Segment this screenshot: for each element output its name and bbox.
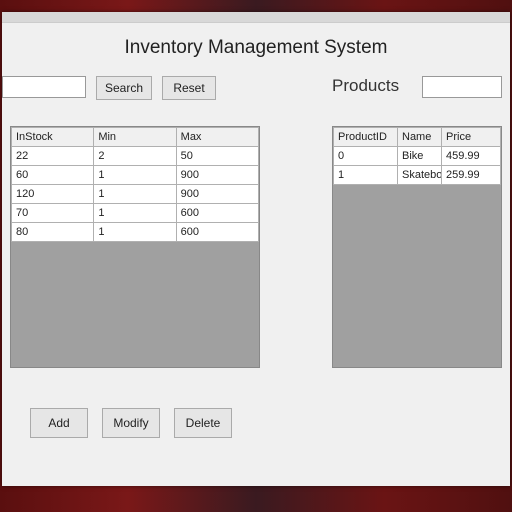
parts-search-input[interactable] <box>2 76 86 98</box>
title-bar <box>2 12 510 23</box>
col-price[interactable]: Price <box>442 128 501 147</box>
cell[interactable]: 1 <box>94 204 176 223</box>
table-row[interactable]: 22250 <box>12 147 259 166</box>
cell[interactable]: 22 <box>12 147 94 166</box>
app-window: Inventory Management System Search Reset… <box>2 12 510 486</box>
page-title: Inventory Management System <box>2 37 510 59</box>
cell[interactable]: 1 <box>94 223 176 242</box>
add-button[interactable]: Add <box>30 408 88 438</box>
modify-button[interactable]: Modify <box>102 408 160 438</box>
table-row[interactable]: 701600 <box>12 204 259 223</box>
cell[interactable]: 259.99 <box>442 166 501 185</box>
search-button[interactable]: Search <box>96 76 152 100</box>
col-max[interactable]: Max <box>176 128 258 147</box>
products-grid[interactable]: ProductID Name Price 0Bike459.991Skatebo… <box>332 126 502 368</box>
delete-button[interactable]: Delete <box>174 408 232 438</box>
table-row[interactable]: 801600 <box>12 223 259 242</box>
products-label: Products <box>332 76 399 96</box>
cell[interactable]: 120 <box>12 185 94 204</box>
cell[interactable]: Bike <box>398 147 442 166</box>
parts-header-row: InStock Min Max <box>12 128 259 147</box>
cell[interactable]: 900 <box>176 166 258 185</box>
cell[interactable]: 2 <box>94 147 176 166</box>
parts-actions: Add Modify Delete <box>30 408 232 438</box>
col-productid[interactable]: ProductID <box>334 128 398 147</box>
cell[interactable]: 1 <box>94 166 176 185</box>
cell[interactable]: 70 <box>12 204 94 223</box>
cell[interactable]: 600 <box>176 204 258 223</box>
cell[interactable]: 60 <box>12 166 94 185</box>
col-min[interactable]: Min <box>94 128 176 147</box>
parts-grid[interactable]: InStock Min Max 222506019001201900701600… <box>10 126 260 368</box>
content-area: Search Reset Products InStock Min Max <box>2 76 510 486</box>
col-name[interactable]: Name <box>398 128 442 147</box>
cell[interactable]: 1 <box>94 185 176 204</box>
cell[interactable]: Skateboard <box>398 166 442 185</box>
table-row[interactable]: 1Skateboard259.99 <box>334 166 501 185</box>
cell[interactable]: 80 <box>12 223 94 242</box>
cell[interactable]: 900 <box>176 185 258 204</box>
cell[interactable]: 50 <box>176 147 258 166</box>
table-row[interactable]: 601900 <box>12 166 259 185</box>
cell[interactable]: 600 <box>176 223 258 242</box>
parts-panel: InStock Min Max 222506019001201900701600… <box>10 98 260 368</box>
table-row[interactable]: 1201900 <box>12 185 259 204</box>
table-row[interactable]: 0Bike459.99 <box>334 147 501 166</box>
cell[interactable]: 0 <box>334 147 398 166</box>
products-header-row: ProductID Name Price <box>334 128 501 147</box>
products-panel: ProductID Name Price 0Bike459.991Skatebo… <box>332 98 502 368</box>
reset-button[interactable]: Reset <box>162 76 216 100</box>
cell[interactable]: 1 <box>334 166 398 185</box>
products-search-input[interactable] <box>422 76 502 98</box>
cell[interactable]: 459.99 <box>442 147 501 166</box>
col-instock[interactable]: InStock <box>12 128 94 147</box>
